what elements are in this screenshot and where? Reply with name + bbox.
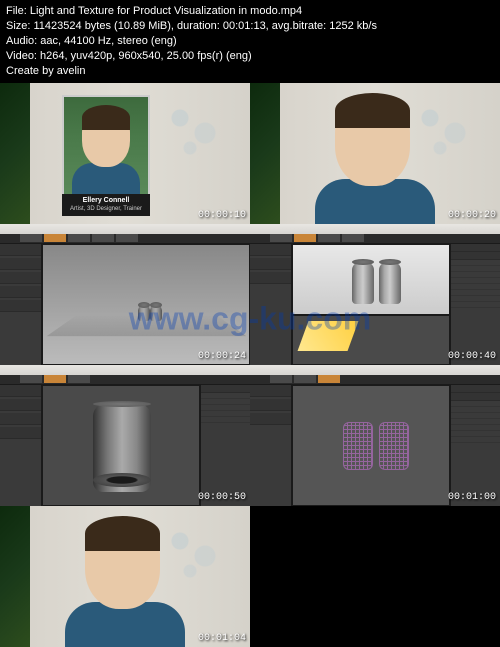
video-thumbnail: 00:00:50 (0, 365, 250, 506)
bubble-decoration (160, 98, 220, 158)
workspace (250, 385, 500, 506)
timecode-label: 00:00:20 (448, 210, 496, 221)
presenter-role: Artist, 3D Designer, Trainer (65, 205, 147, 213)
outdoor-background: Ellery Connell Artist, 3D Designer, Trai… (0, 83, 250, 224)
outdoor-background (0, 506, 250, 647)
workspace (0, 244, 250, 365)
viewport-3d (292, 315, 450, 365)
toolbar (0, 234, 250, 244)
right-panel (450, 244, 500, 365)
toolbar (250, 234, 500, 244)
modo-application-ui (250, 224, 500, 365)
left-panel (0, 385, 42, 506)
foliage-decoration (0, 506, 30, 647)
timecode-label: 00:01:00 (448, 492, 496, 503)
presenter-photo (62, 95, 150, 200)
workspace (250, 244, 500, 365)
timecode-label: 00:00:24 (198, 351, 246, 362)
video-thumbnail: 00:01:04 (0, 506, 250, 647)
right-panel (200, 385, 250, 506)
menubar (250, 224, 500, 234)
video-thumbnail: 00:00:20 (250, 83, 500, 224)
modo-application-ui (250, 365, 500, 506)
viewport-3d (42, 244, 250, 365)
left-panel (250, 244, 292, 365)
timecode-label: 00:01:04 (198, 633, 246, 644)
viewport-wireframe (292, 385, 450, 506)
viewport-3d (42, 385, 200, 506)
video-info-line: Video: h264, yuv420p, 960x540, 25.00 fps… (6, 49, 494, 64)
video-thumbnail: 00:00:40 (250, 224, 500, 365)
timecode-label: 00:00:10 (198, 210, 246, 221)
video-thumbnail: 00:01:00 (250, 365, 500, 506)
toolbar (0, 375, 250, 385)
file-size-line: Size: 11423524 bytes (10.89 MiB), durati… (6, 19, 494, 34)
timecode-label: 00:00:40 (448, 351, 496, 362)
foliage-decoration (0, 83, 30, 224)
thumbnail-grid: Ellery Connell Artist, 3D Designer, Trai… (0, 83, 500, 647)
audio-info-line: Audio: aac, 44100 Hz, stereo (eng) (6, 34, 494, 49)
file-info-header: File: Light and Texture for Product Visu… (0, 0, 500, 83)
left-panel (0, 244, 42, 365)
left-panel (250, 385, 292, 506)
toolbar (250, 375, 500, 385)
credit-line: Create by avelin (6, 64, 494, 79)
timecode-label: 00:00:50 (198, 492, 246, 503)
menubar (250, 365, 500, 375)
right-panel (450, 385, 500, 506)
foliage-decoration (250, 83, 280, 224)
render-preview (292, 244, 450, 315)
workspace (0, 385, 250, 506)
presenter-name: Ellery Connell (65, 197, 147, 205)
presenter-photo-large (310, 88, 440, 224)
menubar (0, 224, 250, 234)
modo-application-ui (0, 224, 250, 365)
presenter-caption: Ellery Connell Artist, 3D Designer, Trai… (62, 194, 150, 216)
presenter-photo-large (60, 511, 190, 647)
modo-application-ui (0, 365, 250, 506)
menubar (0, 365, 250, 375)
file-name-line: File: Light and Texture for Product Visu… (6, 4, 494, 19)
outdoor-background (250, 83, 500, 224)
video-thumbnail: 00:00:24 (0, 224, 250, 365)
video-thumbnail: Ellery Connell Artist, 3D Designer, Trai… (0, 83, 250, 224)
